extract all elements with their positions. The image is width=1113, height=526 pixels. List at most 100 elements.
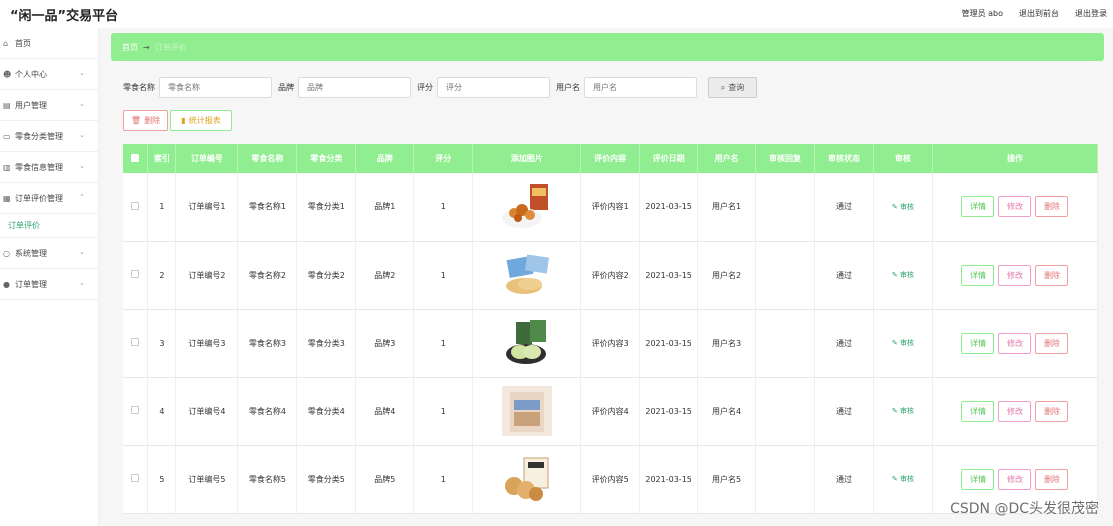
- main-content: 首页 → 订单评价 零食名称 品牌 评分 用户名 ⌕ 查询 🗑 删除 ▮ 统计报…: [99, 28, 1113, 526]
- search-button[interactable]: ⌕ 查询: [708, 77, 757, 98]
- edit-button[interactable]: 修改: [998, 332, 1032, 354]
- audit-link[interactable]: ✎ 审核: [892, 407, 914, 415]
- cell-operations: 详情 修改 删除: [932, 377, 1099, 446]
- submenu-order-review[interactable]: 订单评价: [0, 214, 98, 238]
- cell-username: 用户名5: [697, 445, 757, 514]
- col-header[interactable]: 评价内容: [580, 144, 641, 173]
- cell-index: 3: [147, 309, 177, 378]
- top-nav: 管理员 abo 退出到前台 退出登录: [962, 8, 1107, 19]
- col-header[interactable]: 零食名称: [237, 144, 298, 173]
- cell-review-content: 评价内容3: [580, 309, 641, 378]
- detail-button[interactable]: 详情: [961, 400, 995, 422]
- delete-button[interactable]: 删除: [1035, 264, 1069, 286]
- cell-snack-name: 零食名称3: [237, 309, 298, 378]
- table-row: 4 订单编号4 零食名称4 零食分类4 品牌4 1 评价内容4 2021-03-15 用户名4 通…: [123, 377, 1099, 446]
- logout-link[interactable]: 退出登录: [1075, 8, 1107, 19]
- detail-button[interactable]: 详情: [961, 332, 995, 354]
- col-header: 操作: [932, 144, 1099, 173]
- delete-button[interactable]: 删除: [1035, 400, 1069, 422]
- audit-link[interactable]: ✎ 审核: [892, 271, 914, 279]
- cell-audit: ✎ 审核: [873, 173, 933, 242]
- audit-label: 审核: [900, 271, 914, 279]
- sidebar-item-snack-info[interactable]: ▥ 零食信息管理 ⌄: [0, 152, 98, 183]
- statistics-report-button[interactable]: ▮ 统计报表: [170, 110, 232, 131]
- cell-audit-reply: [755, 445, 816, 514]
- chevron-down-icon: ⌄: [79, 162, 85, 170]
- row-checkbox[interactable]: [123, 445, 149, 514]
- cell-snack-name: 零食名称5: [237, 445, 298, 514]
- snack-name-input[interactable]: [159, 77, 272, 98]
- col-header[interactable]: 订单编号: [175, 144, 239, 173]
- filter-label-name: 零食名称: [123, 83, 155, 92]
- admin-label: 管理员 abo: [961, 9, 1003, 18]
- exit-frontend-link[interactable]: 退出到前台: [1019, 8, 1059, 19]
- edit-button[interactable]: 修改: [998, 400, 1032, 422]
- col-header[interactable]: 审核回复: [755, 144, 816, 173]
- delete-button[interactable]: 删除: [1035, 332, 1069, 354]
- detail-button[interactable]: 详情: [961, 468, 995, 490]
- chevron-down-icon: ⌄: [79, 100, 85, 108]
- sidebar-item-users[interactable]: ▤ 用户管理 ⌄: [0, 90, 98, 121]
- audit-link[interactable]: ✎ 审核: [892, 203, 914, 211]
- cell-brand: 品牌3: [355, 309, 415, 378]
- detail-button[interactable]: 详情: [961, 264, 995, 286]
- sidebar-item-label: 零食信息管理: [15, 162, 63, 172]
- batch-delete-button[interactable]: 🗑 删除: [123, 110, 168, 131]
- cell-order-no: 订单编号4: [175, 377, 239, 446]
- col-header[interactable]: 评分: [413, 144, 474, 173]
- delete-button[interactable]: 删除: [1035, 468, 1069, 490]
- audit-link[interactable]: ✎ 审核: [892, 475, 914, 483]
- col-header[interactable]: 索引: [147, 144, 177, 173]
- breadcrumb-home[interactable]: 首页: [122, 42, 138, 53]
- table-row: 2 订单编号2 零食名称2 零食分类2 品牌2 1 评价内容2 2021-03-15 用户名2 通…: [123, 241, 1099, 310]
- chevron-down-icon: ⌄: [79, 279, 85, 287]
- row-checkbox[interactable]: [123, 173, 149, 242]
- cell-review-content: 评价内容1: [580, 173, 641, 242]
- row-checkbox[interactable]: [123, 377, 149, 446]
- sidebar: ⌂ 首页 ☻ 个人中心 ⌄ ▤ 用户管理 ⌄ ▭ 零食分类管理 ⌄ ▥ 零食信息…: [0, 28, 99, 526]
- sidebar-item-category[interactable]: ▭ 零食分类管理 ⌄: [0, 121, 98, 152]
- sidebar-item-orders[interactable]: ● 订单管理 ⌄: [0, 269, 98, 300]
- score-input[interactable]: [437, 77, 550, 98]
- edit-button[interactable]: 修改: [998, 468, 1032, 490]
- cell-image: [472, 445, 582, 514]
- cell-brand: 品牌2: [355, 241, 415, 310]
- cell-score: 1: [413, 173, 474, 242]
- comment-icon: ▦: [3, 193, 11, 203]
- cell-index: 1: [147, 173, 177, 242]
- sidebar-item-profile[interactable]: ☻ 个人中心 ⌄: [0, 59, 98, 90]
- detail-button[interactable]: 详情: [961, 196, 995, 218]
- col-header[interactable]: 用户名: [697, 144, 757, 173]
- cell-order-no: 订单编号1: [175, 173, 239, 242]
- col-header[interactable]: 审核状态: [814, 144, 874, 173]
- col-header[interactable]: 品牌: [355, 144, 415, 173]
- cell-review-date: 2021-03-15: [639, 241, 699, 310]
- delete-button[interactable]: 删除: [1035, 196, 1069, 218]
- table-row: 3 订单编号3 零食名称3 零食分类3 品牌3 1 评价内容3 2021-03-15 用户名3 通…: [123, 309, 1099, 378]
- row-checkbox[interactable]: [123, 309, 149, 378]
- col-header[interactable]: 审核: [873, 144, 933, 173]
- cell-score: 1: [413, 241, 474, 310]
- sidebar-item-review[interactable]: ▦ 订单评价管理 ⌃: [0, 183, 98, 214]
- edit-icon: ✎: [891, 202, 898, 211]
- cell-review-content: 评价内容4: [580, 377, 641, 446]
- col-header[interactable]: 评价日期: [639, 144, 699, 173]
- username-input[interactable]: [584, 77, 697, 98]
- audit-label: 审核: [900, 407, 914, 415]
- brand-input[interactable]: [298, 77, 411, 98]
- category-icon: ▭: [3, 131, 11, 141]
- cell-image: [472, 309, 582, 378]
- cell-audit: ✎ 审核: [873, 309, 933, 378]
- edit-icon: ✎: [891, 271, 898, 279]
- audit-link[interactable]: ✎ 审核: [892, 339, 914, 347]
- col-header[interactable]: 零食分类: [296, 144, 357, 173]
- edit-button[interactable]: 修改: [998, 264, 1032, 286]
- chevron-up-icon: ⌃: [79, 193, 85, 201]
- row-checkbox[interactable]: [123, 241, 149, 310]
- edit-button[interactable]: 修改: [998, 196, 1032, 218]
- home-icon: ⌂: [3, 38, 9, 48]
- sidebar-item-home[interactable]: ⌂ 首页: [0, 28, 98, 59]
- select-all-checkbox[interactable]: [123, 144, 149, 173]
- col-header[interactable]: 添加图片: [472, 144, 582, 173]
- sidebar-item-system[interactable]: ○ 系统管理 ⌄: [0, 238, 98, 269]
